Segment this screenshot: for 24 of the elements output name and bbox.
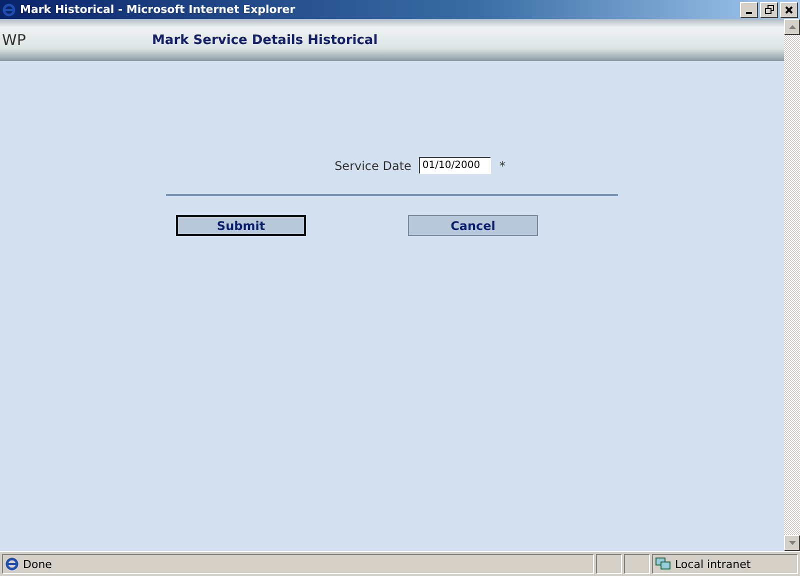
field-label: Service Date bbox=[334, 158, 412, 172]
cancel-button[interactable]: Cancel bbox=[408, 215, 538, 236]
status-pane bbox=[596, 554, 622, 574]
status-text: Done bbox=[23, 558, 52, 570]
close-icon bbox=[785, 6, 793, 14]
restore-icon bbox=[764, 5, 774, 14]
logo-text: WP bbox=[1, 31, 27, 49]
minimize-icon bbox=[746, 12, 752, 14]
browser-icon bbox=[5, 557, 19, 571]
required-mark: * bbox=[499, 158, 506, 172]
close-button[interactable] bbox=[780, 2, 798, 18]
scrollbar[interactable] bbox=[784, 19, 800, 551]
window-title: Mark Historical - Microsoft Internet Explorer bbox=[20, 3, 296, 16]
browser-icon bbox=[2, 2, 16, 16]
status-pane bbox=[624, 554, 650, 574]
scroll-down-icon[interactable] bbox=[784, 535, 800, 551]
scroll-up-icon[interactable] bbox=[784, 19, 800, 35]
minimize-button[interactable] bbox=[740, 2, 758, 18]
date-field[interactable]: 01/10/2000 bbox=[419, 157, 492, 174]
network-icon bbox=[655, 557, 671, 571]
submit-button[interactable]: Submit bbox=[176, 215, 306, 236]
page-title: Mark Service Details Historical bbox=[152, 32, 378, 48]
restore-button[interactable] bbox=[760, 2, 778, 18]
zone-text: Local intranet bbox=[675, 558, 751, 570]
